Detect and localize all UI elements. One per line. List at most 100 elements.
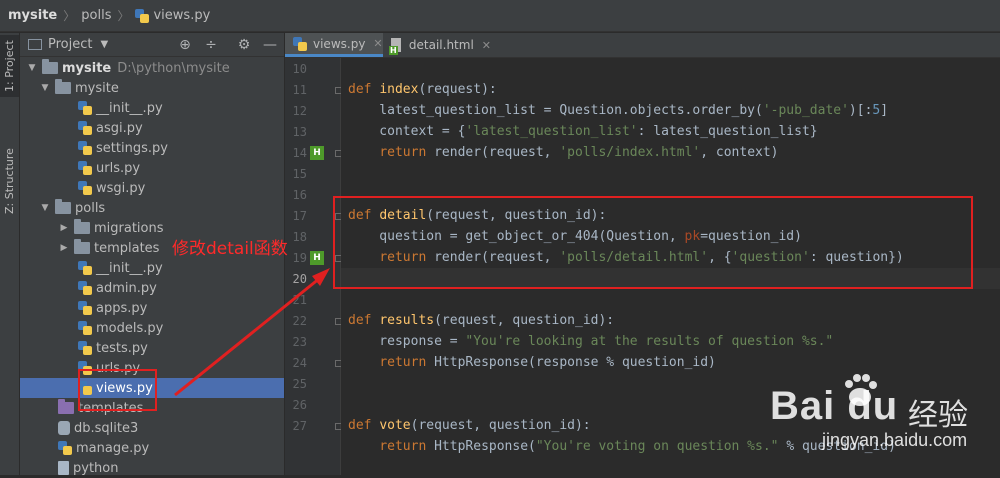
tree-item-file[interactable]: settings.py <box>20 138 284 158</box>
tree-item-file[interactable]: apps.py <box>20 298 284 318</box>
chevron-down-icon[interactable]: ▼ <box>39 203 51 213</box>
tree-item-mysite-package[interactable]: ▼ mysite <box>20 78 284 98</box>
tree-item-label: python <box>73 460 119 476</box>
line-number: 14 <box>292 146 307 160</box>
line-number: 26 <box>292 398 307 412</box>
tree-item-file[interactable]: db.sqlite3 <box>20 418 284 438</box>
line-number: 11 <box>292 83 307 97</box>
python-file-icon <box>78 321 92 335</box>
python-file-icon <box>78 341 92 355</box>
line-number: 27 <box>292 419 307 433</box>
close-icon[interactable]: ✕ <box>373 37 382 50</box>
code-line-24: return HttpResponse(response % question_… <box>379 355 716 370</box>
chevron-down-icon[interactable]: ▼ <box>39 83 51 93</box>
project-panel-title[interactable]: Project <box>48 37 92 52</box>
code-line-22: def results(request, question_id): <box>348 313 615 328</box>
line-number: 25 <box>292 377 307 391</box>
tree-item-file[interactable]: __init__.py <box>20 98 284 118</box>
chevron-down-icon[interactable]: ▼ <box>100 39 108 50</box>
tool-tab-project[interactable]: 1: Project <box>0 35 19 97</box>
tree-item-label: admin.py <box>96 280 157 296</box>
chevron-right-icon: 〉 <box>63 9 76 23</box>
watermark-cn: 经验 <box>908 398 968 433</box>
template-link-icon[interactable]: H <box>310 146 324 160</box>
python-file-icon <box>78 141 92 155</box>
line-number: 15 <box>292 167 307 181</box>
editor-tabs: views.py ✕ detail.html ✕ <box>285 33 1000 58</box>
tree-item-label: templates <box>94 240 160 256</box>
close-icon[interactable]: ✕ <box>482 39 491 52</box>
tree-item-label: __init__.py <box>96 100 163 116</box>
tree-item-file[interactable]: models.py <box>20 318 284 338</box>
project-panel-header: Project ▼ ⊕ ÷ ⚙ — <box>20 33 284 57</box>
annotation-label: 修改detail函数 <box>172 239 288 259</box>
tree-item-file[interactable]: admin.py <box>20 278 284 298</box>
tree-item-label: wsgi.py <box>96 180 146 196</box>
python-file-icon <box>78 101 92 115</box>
line-number: 10 <box>292 62 307 76</box>
tree-item-polls-package[interactable]: ▼ polls <box>20 198 284 218</box>
line-number: 17 <box>292 209 307 223</box>
chevron-down-icon[interactable]: ▼ <box>26 63 38 73</box>
line-number: 23 <box>292 335 307 349</box>
tree-item-file[interactable]: wsgi.py <box>20 178 284 198</box>
python-file-icon <box>78 181 92 195</box>
chevron-right-icon[interactable]: ▶ <box>58 243 70 253</box>
tree-item-file[interactable]: __init__.py <box>20 258 284 278</box>
line-number: 21 <box>292 293 307 307</box>
tree-item-label: mysite <box>75 80 119 96</box>
python-file-icon <box>78 121 92 135</box>
code-line-11: def index(request): <box>348 82 497 97</box>
tool-tab-structure[interactable]: Z: Structure <box>0 121 19 241</box>
folder-icon <box>74 239 90 254</box>
line-number: 20 <box>292 272 307 286</box>
python-file-icon <box>78 301 92 315</box>
tree-item-label: urls.py <box>96 160 141 176</box>
watermark-url: jingyan.baidu.com <box>822 430 968 450</box>
locate-target-icon[interactable]: ⊕ <box>177 37 193 53</box>
tree-item-label: db.sqlite3 <box>74 420 139 436</box>
watermark-brand: Bai du <box>770 384 899 428</box>
breadcrumb-item-mysite[interactable]: mysite <box>8 8 57 23</box>
tree-item-file[interactable]: tests.py <box>20 338 284 358</box>
folder-icon <box>42 59 58 74</box>
code-line-13: context = {'latest_question_list': lates… <box>348 124 818 139</box>
tab-label: detail.html <box>408 38 474 52</box>
code-line-27: def vote(request, question_id): <box>348 418 591 433</box>
tab-detail-html[interactable]: detail.html ✕ <box>389 33 491 57</box>
project-view-icon <box>28 39 42 50</box>
line-number: 12 <box>292 104 307 118</box>
tree-item-label: asgi.py <box>96 120 143 136</box>
folder-icon <box>55 199 71 214</box>
tree-item-project-root[interactable]: ▼ mysite D:\python\mysite <box>20 58 284 78</box>
tree-item-file[interactable]: manage.py <box>20 438 284 458</box>
line-number: 16 <box>292 188 307 202</box>
tree-item-label: tests.py <box>96 340 148 356</box>
line-number: 24 <box>292 356 307 370</box>
gear-icon[interactable]: ⚙ <box>236 37 252 53</box>
breadcrumb-item-views[interactable]: views.py <box>153 8 210 23</box>
breadcrumb: mysite 〉 polls 〉 views.py <box>0 0 1000 32</box>
python-file-icon <box>135 8 150 23</box>
python-file-icon <box>78 161 92 175</box>
database-icon <box>58 421 70 435</box>
minimize-icon[interactable]: — <box>262 37 278 53</box>
file-icon <box>58 461 69 475</box>
tree-item-file[interactable]: urls.py <box>20 158 284 178</box>
line-number: 22 <box>292 314 307 328</box>
breadcrumb-item-polls[interactable]: polls <box>81 8 111 23</box>
python-file-icon <box>78 281 92 295</box>
tree-item-file[interactable]: asgi.py <box>20 118 284 138</box>
folder-icon <box>74 219 90 234</box>
code-line-12: latest_question_list = Question.objects.… <box>348 103 889 118</box>
tab-views-py[interactable]: views.py ✕ <box>285 33 383 57</box>
collapse-all-icon[interactable]: ÷ <box>203 37 219 53</box>
tree-item-label: __init__.py <box>96 260 163 276</box>
tree-item-file[interactable]: python <box>20 458 284 478</box>
template-link-icon[interactable]: H <box>310 251 324 265</box>
line-number: 13 <box>292 125 307 139</box>
annotation-box-detail <box>333 196 973 289</box>
python-file-icon <box>78 261 92 275</box>
code-line-14: return render(request, 'polls/index.html… <box>379 145 779 160</box>
chevron-right-icon[interactable]: ▶ <box>58 223 70 233</box>
